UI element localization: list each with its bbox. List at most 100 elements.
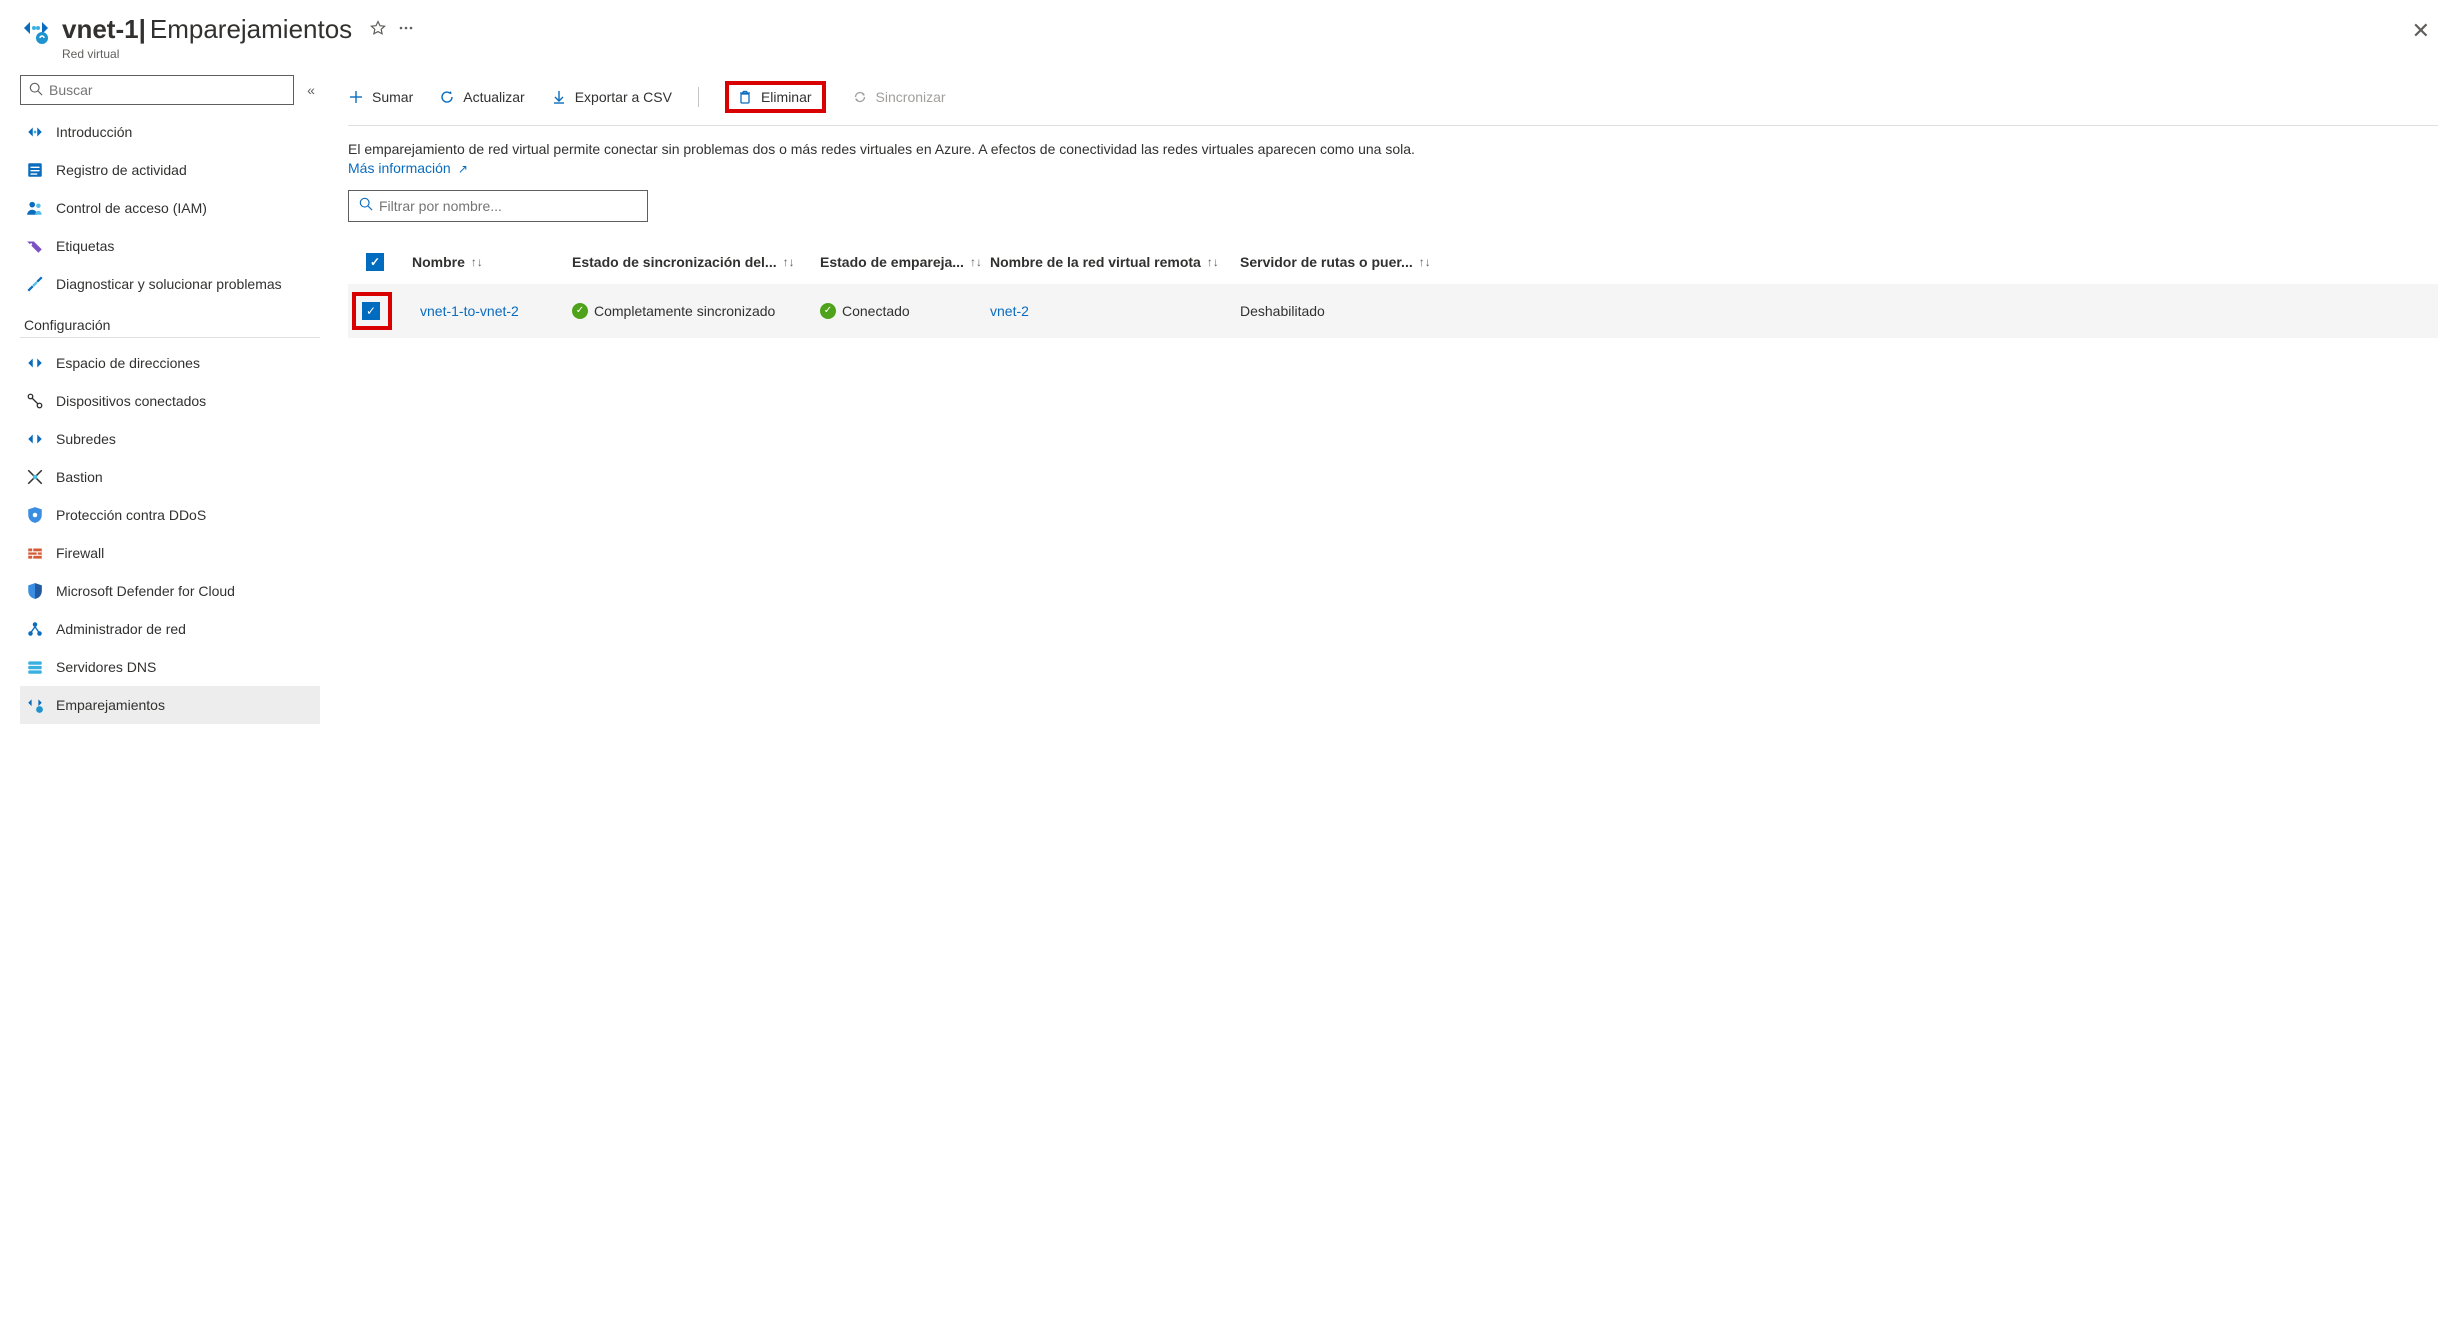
plus-icon xyxy=(348,89,364,105)
sidebar-item-network-admin[interactable]: Administrador de red xyxy=(20,610,320,648)
refresh-button-label: Actualizar xyxy=(463,89,524,105)
dns-icon xyxy=(26,658,44,676)
column-header-route[interactable]: Servidor de rutas o puer... ↑↓ xyxy=(1234,246,1444,278)
checkbox-checked-icon: ✓ xyxy=(366,253,384,271)
description: El emparejamiento de red virtual permite… xyxy=(348,126,2438,190)
divider xyxy=(20,337,320,338)
sidebar-item-bastion[interactable]: Bastion xyxy=(20,458,320,496)
peerings-icon xyxy=(26,696,44,714)
filter-box[interactable] xyxy=(348,190,648,222)
sidebar-item-activity-log[interactable]: Registro de actividad xyxy=(20,151,320,189)
sidebar: « Introducción Registro de actividad xyxy=(20,71,320,1342)
iam-icon xyxy=(26,199,44,217)
sync-icon xyxy=(852,89,868,105)
sidebar-item-label: Registro de actividad xyxy=(56,162,187,178)
download-icon xyxy=(551,89,567,105)
learn-more-label: Más información xyxy=(348,160,451,176)
column-header-sync[interactable]: Estado de sincronización del... ↑↓ xyxy=(566,246,814,278)
firewall-icon xyxy=(26,544,44,562)
more-icon[interactable] xyxy=(398,20,414,39)
delete-button-label: Eliminar xyxy=(761,89,812,105)
sidebar-item-label: Etiquetas xyxy=(56,238,114,254)
export-button[interactable]: Exportar a CSV xyxy=(551,89,672,105)
sidebar-item-label: Protección contra DDoS xyxy=(56,507,206,523)
export-button-label: Exportar a CSV xyxy=(575,89,672,105)
defender-icon xyxy=(26,582,44,600)
sync-button-label: Sincronizar xyxy=(876,89,946,105)
sort-icon: ↑↓ xyxy=(1207,255,1219,269)
route-server: Deshabilitado xyxy=(1240,303,1325,319)
page-subtitle: Red virtual xyxy=(62,47,2404,61)
sync-status: Completamente sincronizado xyxy=(594,303,775,319)
sidebar-item-connected-devices[interactable]: Dispositivos conectados xyxy=(20,382,320,420)
sidebar-item-label: Firewall xyxy=(56,545,104,561)
bastion-icon xyxy=(26,468,44,486)
sidebar-item-firewall[interactable]: Firewall xyxy=(20,534,320,572)
sidebar-item-label: Administrador de red xyxy=(56,621,186,637)
ddos-icon xyxy=(26,506,44,524)
filter-input[interactable] xyxy=(373,198,637,214)
refresh-icon xyxy=(439,89,455,105)
sidebar-item-label: Control de acceso (IAM) xyxy=(56,200,207,216)
sidebar-item-subnets[interactable]: Subredes xyxy=(20,420,320,458)
remote-vnet-link[interactable]: vnet-2 xyxy=(990,303,1029,319)
sidebar-item-label: Servidores DNS xyxy=(56,659,156,675)
sidebar-item-peerings[interactable]: Emparejamientos xyxy=(20,686,320,724)
vnet-icon xyxy=(20,14,52,46)
learn-more-link[interactable]: Más información ↗ xyxy=(348,160,468,176)
sidebar-item-address-space[interactable]: Espacio de direcciones xyxy=(20,344,320,382)
address-space-icon xyxy=(26,354,44,372)
highlight-row-checkbox: ✓ xyxy=(352,292,392,330)
table-row[interactable]: ✓ vnet-1-to-vnet-2 ✓ Completamente sincr… xyxy=(348,284,2438,338)
sort-icon: ↑↓ xyxy=(970,255,982,269)
delete-button[interactable]: Eliminar xyxy=(737,89,812,105)
sidebar-item-label: Diagnosticar y solucionar problemas xyxy=(56,276,282,292)
page-header: vnet-1 | Emparejamientos Red virtual ✕ xyxy=(20,10,2438,71)
peering-name-link[interactable]: vnet-1-to-vnet-2 xyxy=(420,303,519,319)
search-icon xyxy=(29,82,43,99)
network-admin-icon xyxy=(26,620,44,638)
row-checkbox[interactable]: ✓ xyxy=(362,302,380,320)
sidebar-item-overview[interactable]: Introducción xyxy=(20,113,320,151)
page-title-sub: Emparejamientos xyxy=(150,14,352,45)
search-icon xyxy=(359,197,373,214)
sidebar-item-label: Dispositivos conectados xyxy=(56,393,206,409)
sync-button: Sincronizar xyxy=(852,89,946,105)
column-header-peer[interactable]: Estado de empareja... ↑↓ xyxy=(814,246,984,278)
sidebar-item-label: Introducción xyxy=(56,124,132,140)
sidebar-collapse-button[interactable]: « xyxy=(302,82,320,98)
column-header-label: Estado de sincronización del... xyxy=(572,254,777,270)
select-all-checkbox[interactable]: ✓ xyxy=(348,245,406,279)
peerings-table: ✓ Nombre ↑↓ Estado de sincronización del… xyxy=(348,240,2438,338)
toolbar-separator xyxy=(698,87,699,107)
subnets-icon xyxy=(26,430,44,448)
add-button-label: Sumar xyxy=(372,89,413,105)
toolbar: Sumar Actualizar Exportar a CSV xyxy=(348,75,2438,126)
close-button[interactable]: ✕ xyxy=(2404,14,2438,48)
sidebar-item-diagnose[interactable]: Diagnosticar y solucionar problemas xyxy=(20,265,320,303)
trash-icon xyxy=(737,89,753,105)
sort-icon: ↑↓ xyxy=(783,255,795,269)
page-title-separator: | xyxy=(139,14,146,45)
sidebar-search-input[interactable] xyxy=(43,82,285,98)
tags-icon xyxy=(26,237,44,255)
column-header-name[interactable]: Nombre ↑↓ xyxy=(406,246,566,278)
page-title-main: vnet-1 xyxy=(62,14,139,45)
success-icon: ✓ xyxy=(820,303,836,319)
column-header-remote[interactable]: Nombre de la red virtual remota ↑↓ xyxy=(984,246,1234,278)
add-button[interactable]: Sumar xyxy=(348,89,413,105)
sidebar-item-defender[interactable]: Microsoft Defender for Cloud xyxy=(20,572,320,610)
refresh-button[interactable]: Actualizar xyxy=(439,89,524,105)
favorite-icon[interactable] xyxy=(370,20,386,39)
column-header-label: Estado de empareja... xyxy=(820,254,964,270)
sidebar-item-dns[interactable]: Servidores DNS xyxy=(20,648,320,686)
description-text: El emparejamiento de red virtual permite… xyxy=(348,141,1415,157)
column-header-label: Servidor de rutas o puer... xyxy=(1240,254,1413,270)
sort-icon: ↑↓ xyxy=(471,255,483,269)
sidebar-item-iam[interactable]: Control de acceso (IAM) xyxy=(20,189,320,227)
sidebar-item-label: Espacio de direcciones xyxy=(56,355,200,371)
sidebar-item-ddos[interactable]: Protección contra DDoS xyxy=(20,496,320,534)
sidebar-search[interactable] xyxy=(20,75,294,105)
sidebar-item-tags[interactable]: Etiquetas xyxy=(20,227,320,265)
activity-log-icon xyxy=(26,161,44,179)
